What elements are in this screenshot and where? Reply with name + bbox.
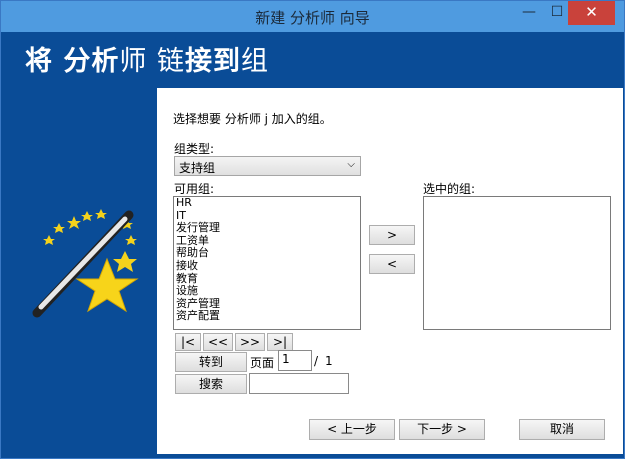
- prev-page-button[interactable]: <<: [203, 333, 233, 351]
- wizard-header-title: 将 分析师 链接到组: [25, 39, 269, 78]
- wizard-content-panel: 选择想要 分析师 j 加入的组。 组类型: 支持组 ⌵ 可用组: 选中的组: H…: [157, 88, 623, 454]
- list-item[interactable]: HR: [174, 197, 360, 210]
- selected-groups-label: 选中的组:: [423, 182, 476, 196]
- cancel-button[interactable]: 取消: [519, 419, 605, 440]
- page-separator: /: [314, 354, 319, 368]
- available-groups-list[interactable]: HR IT 发行管理 工资单 帮助台 接收 教育 设施 资产管理 资产配置: [173, 196, 361, 330]
- minimize-icon[interactable]: —: [515, 1, 543, 25]
- page-label: 页面: [250, 356, 275, 370]
- available-groups-label: 可用组:: [174, 182, 215, 196]
- list-item[interactable]: 设施: [174, 285, 360, 298]
- add-group-button[interactable]: >: [369, 225, 415, 245]
- chevron-down-icon: ⌵: [347, 159, 355, 170]
- magic-wand-icon: [32, 209, 139, 318]
- list-item[interactable]: 资产配置: [174, 310, 360, 323]
- header-part-2: 师: [119, 46, 157, 77]
- list-item[interactable]: 帮助台: [174, 247, 360, 260]
- back-button[interactable]: < 上一步: [309, 419, 395, 440]
- search-button[interactable]: 搜索: [175, 374, 247, 394]
- next-page-button[interactable]: >>: [235, 333, 265, 351]
- page-total: 1: [325, 354, 333, 368]
- first-page-button[interactable]: |<: [175, 333, 201, 351]
- last-page-button[interactable]: >|: [267, 333, 293, 351]
- header-part-3: 链: [157, 46, 185, 77]
- maximize-icon[interactable]: ☐: [543, 1, 571, 25]
- title-bar: 新建 分析师 向导 — ☐ ✕: [1, 1, 624, 32]
- wizard-window: 新建 分析师 向导 — ☐ ✕ 将 分析师 链接到组 选择想要 分析师 j 加入…: [0, 0, 625, 459]
- remove-group-button[interactable]: <: [369, 254, 415, 274]
- list-item[interactable]: 接收: [174, 259, 360, 273]
- list-item[interactable]: 发行管理: [174, 222, 360, 235]
- header-part-5: 组: [241, 46, 269, 77]
- list-item[interactable]: 教育: [174, 272, 360, 286]
- next-button[interactable]: 下一步 >: [399, 419, 485, 440]
- group-type-value: 支持组: [179, 161, 216, 175]
- header-part-1: 将 分析: [25, 46, 120, 77]
- page-number-input[interactable]: 1: [278, 350, 312, 371]
- group-type-label: 组类型:: [174, 142, 215, 156]
- header-part-4: 接到: [185, 46, 241, 77]
- close-icon[interactable]: ✕: [568, 1, 615, 25]
- goto-page-button[interactable]: 转到: [175, 352, 247, 372]
- instruction-text: 选择想要 分析师 j 加入的组。: [173, 112, 332, 126]
- group-type-select[interactable]: 支持组 ⌵: [174, 156, 361, 176]
- selected-groups-list[interactable]: [423, 196, 611, 330]
- search-input[interactable]: [249, 373, 349, 394]
